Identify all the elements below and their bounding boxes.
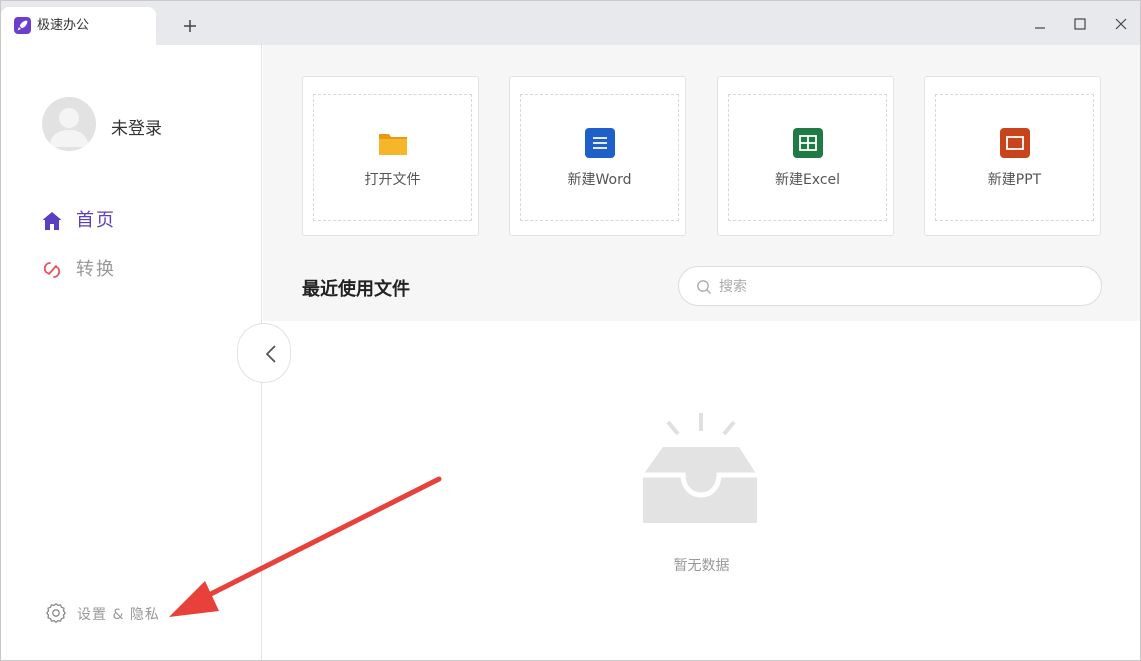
collapse-sidebar-button[interactable] (237, 323, 291, 383)
home-icon (41, 210, 63, 232)
new-word-card[interactable]: 新建Word (509, 76, 686, 236)
gear-icon (45, 602, 67, 624)
app-logo-icon (14, 17, 31, 34)
search-icon (696, 279, 712, 295)
title-bar: 极速办公 (1, 1, 1140, 45)
tab-home[interactable]: 极速办公 (1, 7, 156, 45)
search-box[interactable] (678, 266, 1102, 306)
folder-icon (378, 128, 408, 158)
card-label: 新建Excel (774, 172, 841, 188)
new-excel-card[interactable]: 新建Excel (717, 76, 894, 236)
user-name[interactable]: 未登录 (111, 114, 162, 139)
search-input[interactable] (719, 275, 1079, 299)
card-label: 新建Word (567, 172, 632, 188)
app-window: 极速办公 未登录 首页 转换 设置 & 隐私 打开文件 新建Word 新建Exc… (0, 0, 1141, 661)
annotation-arrow-icon (169, 476, 442, 617)
card-label: 新建PPT (987, 172, 1042, 188)
word-icon (585, 128, 615, 158)
maximize-icon[interactable] (1071, 15, 1089, 33)
card-drop-area: 新建Word (520, 94, 679, 221)
card-drop-area: 打开文件 (313, 94, 472, 221)
card-label: 打开文件 (364, 172, 421, 188)
sidebar-item-home[interactable]: 首页 (41, 208, 221, 234)
empty-inbox-icon (641, 413, 761, 525)
close-icon[interactable] (1112, 15, 1130, 33)
recent-files-title: 最近使用文件 (302, 279, 410, 300)
minimize-icon[interactable] (1031, 15, 1049, 33)
plus-icon[interactable] (179, 15, 201, 37)
sidebar-item-convert[interactable]: 转换 (41, 257, 221, 283)
card-drop-area: 新建Excel (728, 94, 887, 221)
avatar[interactable] (42, 97, 96, 151)
excel-icon (793, 128, 823, 158)
new-ppt-card[interactable]: 新建PPT (924, 76, 1101, 236)
sidebar-item-label: 转换 (76, 259, 116, 280)
sidebar-item-label: 首页 (76, 210, 116, 231)
card-drop-area: 新建PPT (935, 94, 1094, 221)
tab-title: 极速办公 (37, 18, 90, 33)
settings-label: 设置 & 隐私 (77, 607, 160, 623)
ppt-icon (1000, 128, 1030, 158)
convert-icon (41, 259, 63, 281)
open-file-card[interactable]: 打开文件 (302, 76, 479, 236)
